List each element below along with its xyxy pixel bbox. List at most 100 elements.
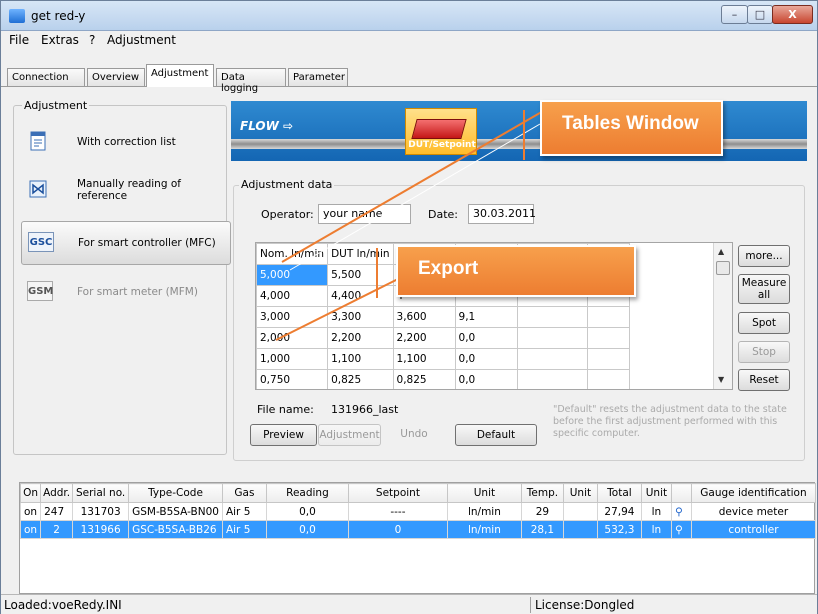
mode-manual-reading[interactable]: Manually reading of reference [21, 169, 231, 213]
more-button[interactable]: more... [738, 245, 790, 267]
table-cell[interactable] [516, 348, 588, 370]
table-row[interactable]: on 2 131966 GSC-B5SA-BB26 Air 5 0,0 0 ln… [19, 520, 817, 539]
app-window: get red-y – □ X File Extras ? Adjustment… [0, 0, 818, 614]
app-icon [9, 9, 25, 23]
table-cell: 28,1 [520, 520, 564, 539]
tab-data-logging[interactable]: Data logging [216, 68, 286, 94]
column-header[interactable]: Unit [562, 483, 598, 503]
reset-button[interactable]: Reset [738, 369, 790, 391]
menu-help[interactable]: ? [89, 33, 95, 47]
scroll-up-icon[interactable]: ▲ [718, 247, 724, 256]
dut-label: DUT/Setpoint [408, 140, 476, 150]
column-header[interactable]: Setpoint [347, 483, 448, 503]
zoom-icon[interactable]: ⚲ [670, 520, 692, 539]
status-license: License:Dongled [535, 598, 635, 612]
table-scrollbar[interactable]: ▲ ▼ [713, 243, 732, 389]
table-cell[interactable] [586, 369, 630, 389]
menu-file[interactable]: File [9, 33, 29, 47]
maximize-button[interactable]: □ [747, 5, 773, 24]
table-cell: GSC-B5SA-BB26 [128, 520, 223, 539]
default-note: "Default" resets the adjustment data to … [553, 404, 787, 439]
tab-strip: Connection Overview Adjustment Data logg… [1, 47, 817, 94]
column-header[interactable]: Temp. [520, 483, 564, 503]
table-cell[interactable]: 0,750 [256, 369, 329, 389]
date-field[interactable]: 30.03.2011 [468, 204, 536, 224]
tab-parameter[interactable]: Parameter [288, 68, 348, 86]
callout-tables-window: Tables Window [540, 100, 723, 156]
menu-adjustment[interactable]: Adjustment [107, 33, 176, 47]
table-cell[interactable] [586, 348, 630, 370]
table-cell: on [19, 520, 42, 539]
table-cell[interactable]: 2,200 [392, 327, 456, 349]
table-cell[interactable]: 1,100 [392, 348, 456, 370]
menu-extras[interactable]: Extras [41, 33, 79, 47]
table-cell[interactable]: 0,825 [392, 369, 456, 389]
default-button[interactable]: Default [455, 424, 537, 446]
column-header[interactable]: Gas [221, 483, 267, 503]
column-header[interactable]: Unit [640, 483, 672, 503]
table-cell[interactable] [516, 327, 588, 349]
close-button[interactable]: X [772, 5, 813, 24]
table-cell[interactable] [516, 306, 588, 328]
tab-overview[interactable]: Overview [87, 68, 145, 86]
table-cell[interactable]: 5,500 [327, 264, 394, 286]
mode-smart-controller[interactable]: GSC For smart controller (MFC) [21, 221, 231, 265]
adjustment-button[interactable]: Adjustment [318, 424, 381, 446]
tab-adjustment[interactable]: Adjustment [146, 64, 214, 87]
column-header[interactable]: DUT ln/min [327, 243, 394, 265]
column-header[interactable]: Addr. [40, 483, 74, 503]
column-header[interactable]: On [19, 483, 42, 503]
table-cell[interactable]: 0,0 [454, 369, 518, 389]
spot-button[interactable]: Spot [738, 312, 790, 334]
table-cell[interactable]: 4,400 [327, 285, 394, 307]
undo-button[interactable]: Undo [384, 424, 444, 446]
table-cell[interactable]: 0,825 [327, 369, 394, 389]
adjustment-data-legend: Adjustment data [239, 178, 335, 191]
column-header[interactable]: Total [596, 483, 642, 503]
column-header[interactable]: Type-Code [128, 483, 223, 503]
column-header[interactable]: Nom. ln/min [256, 243, 329, 265]
table-cell[interactable] [516, 369, 588, 389]
table-cell[interactable]: 3,000 [256, 306, 329, 328]
zoom-icon[interactable]: ⚲ [670, 502, 692, 521]
mode-label: Manually reading of reference [77, 178, 181, 202]
table-cell[interactable]: 2,200 [327, 327, 394, 349]
table-cell: 0 [347, 520, 448, 539]
column-header[interactable]: Reading [265, 483, 349, 503]
scroll-down-icon[interactable]: ▼ [718, 375, 724, 384]
column-header[interactable]: Gauge identification [690, 483, 817, 503]
table-cell[interactable]: 1,100 [327, 348, 394, 370]
table-cell[interactable]: 0,0 [454, 327, 518, 349]
column-header[interactable] [670, 483, 692, 503]
mode-label: For smart controller (MFC) [78, 237, 216, 249]
table-cell[interactable]: 4,000 [256, 285, 329, 307]
table-cell[interactable]: 9,1 [454, 306, 518, 328]
table-cell[interactable]: 5,000 [256, 264, 329, 286]
column-header[interactable]: Unit [446, 483, 522, 503]
tab-connection[interactable]: Connection [7, 68, 85, 86]
table-cell[interactable]: 0,0 [454, 348, 518, 370]
column-header[interactable]: Serial no. [72, 483, 130, 503]
table-cell[interactable] [586, 306, 630, 328]
table-cell: ---- [347, 502, 448, 521]
mode-smart-meter[interactable]: GSM For smart meter (MFM) [21, 271, 231, 315]
measure-all-button[interactable]: Measure all [738, 274, 790, 304]
minimize-button[interactable]: – [721, 5, 748, 24]
table-cell[interactable]: 3,600 [392, 306, 456, 328]
table-cell[interactable]: 1,000 [256, 348, 329, 370]
table-row[interactable]: 2,000 2,200 2,200 0,0 [256, 327, 630, 349]
table-row[interactable]: 3,000 3,300 3,600 9,1 [256, 306, 630, 328]
table-cell[interactable]: 3,300 [327, 306, 394, 328]
stop-button[interactable]: Stop [738, 341, 790, 363]
operator-field[interactable]: your name [318, 204, 411, 224]
mode-correction-list[interactable]: With correction list [21, 121, 231, 165]
table-row[interactable]: on 247 131703 GSM-B5SA-BN00 Air 5 0,0 --… [19, 502, 817, 521]
table-row[interactable]: 1,000 1,100 1,100 0,0 [256, 348, 630, 370]
table-cell[interactable] [586, 327, 630, 349]
table-cell[interactable]: 2,000 [256, 327, 329, 349]
title-bar[interactable]: get red-y – □ X [1, 1, 817, 31]
preview-button[interactable]: Preview [250, 424, 317, 446]
scroll-thumb[interactable] [716, 261, 730, 275]
table-cell: 131966 [72, 520, 130, 539]
table-row[interactable]: 0,750 0,825 0,825 0,0 [256, 369, 630, 389]
